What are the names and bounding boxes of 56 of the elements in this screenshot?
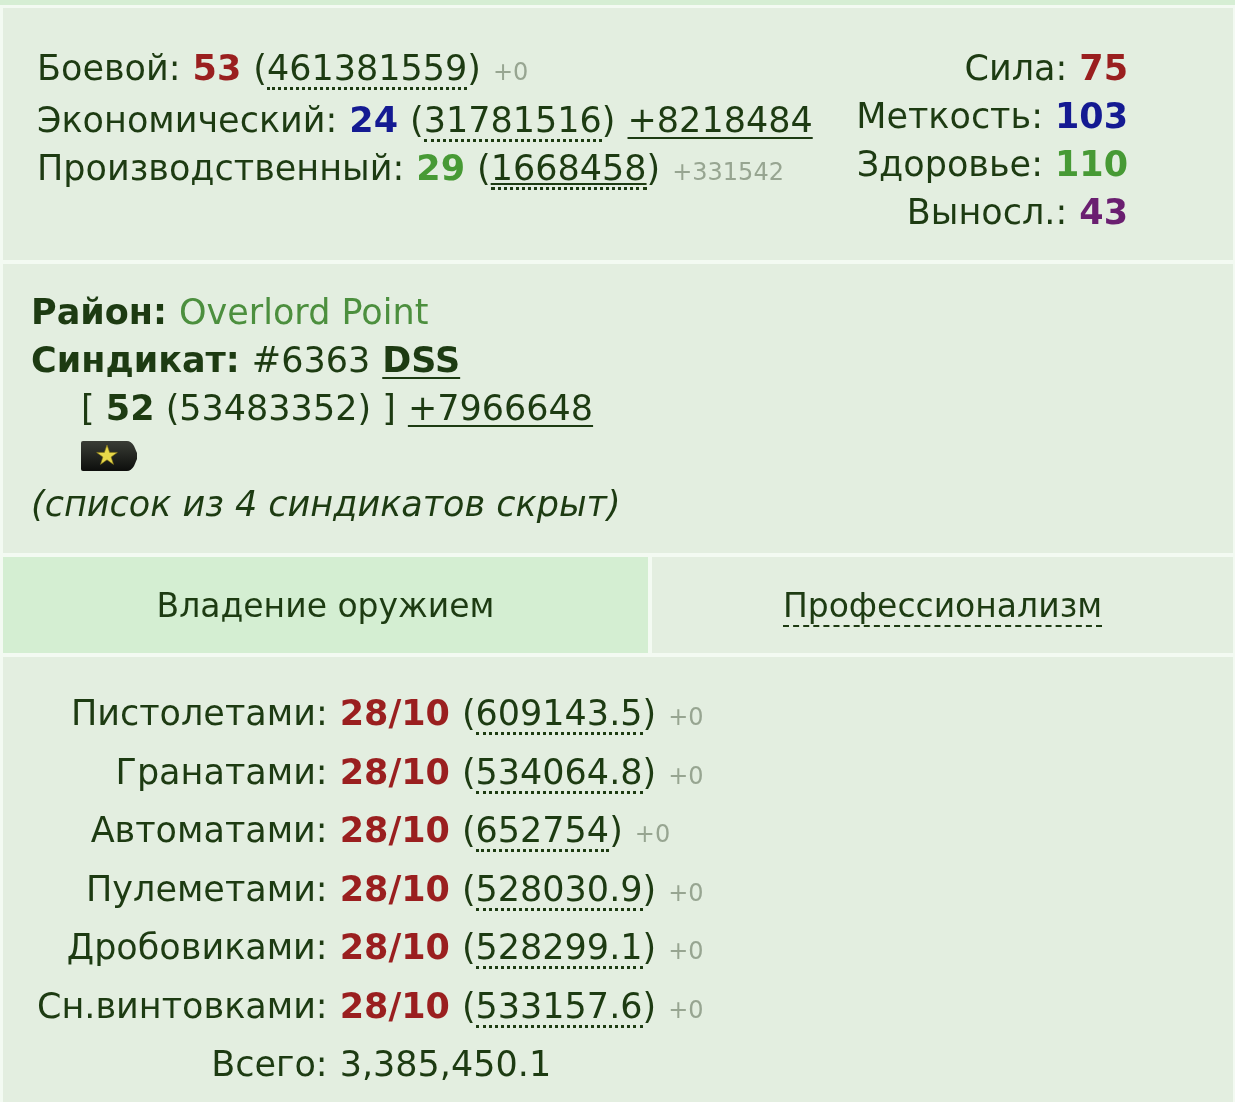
gain-note: +0 — [634, 819, 671, 850]
weapon-label: Пистолетами: — [70, 692, 328, 735]
weapon-level: 28/10 — [339, 984, 450, 1028]
stat-value: 75 — [1079, 47, 1128, 90]
gain-note: +0 — [668, 936, 704, 967]
stat-value: 110 — [1054, 143, 1128, 186]
weapon-label: Автоматами: — [90, 809, 328, 852]
syndicate-summary: [ 52 (53483352) ] — [81, 387, 396, 430]
hidden-syndicates-note: (список из 4 синдикатов скрыт) — [31, 483, 621, 526]
skill-level: 24 — [349, 99, 399, 142]
stat-label: Меткость: — [856, 95, 1043, 138]
stat-label: Выносл.: — [906, 191, 1068, 234]
gain-note: +0 — [493, 57, 529, 88]
gain-note: +0 — [668, 877, 704, 909]
syndicate-number: #6363 — [251, 339, 371, 382]
weapon-level: 28/10 — [339, 926, 450, 969]
syndicate-link[interactable]: DSS — [382, 336, 461, 384]
experience-points: (31781516) — [410, 99, 616, 144]
weapon-label: Гранатами: — [115, 750, 328, 794]
district-label: Район: — [31, 291, 168, 334]
experience-points: (534064.8) — [461, 750, 657, 796]
experience-points: (528030.9) — [461, 867, 657, 913]
stat-value: 43 — [1079, 191, 1128, 234]
stat-value: 103 — [1054, 95, 1128, 138]
stat-label: Здоровье: — [856, 143, 1043, 186]
total-label: Всего: — [211, 1043, 328, 1086]
tab[interactable]: Владение оружием — [3, 557, 648, 653]
weapon-level: 28/10 — [339, 750, 450, 794]
star-badge-icon — [81, 441, 137, 471]
gain-note: +0 — [668, 760, 704, 792]
experience-points: (461381559) — [253, 47, 481, 92]
weapon-label: Пулеметами: — [86, 867, 328, 911]
skill-label: Производственный: — [37, 147, 405, 190]
skill-label: Боевой: — [37, 47, 181, 90]
syndicate-label: Синдикат: — [31, 339, 240, 382]
tab[interactable]: Профессионализм — [652, 557, 1233, 653]
gain-note: +0 — [668, 994, 704, 1026]
gain-link[interactable]: +8218484 — [627, 96, 813, 144]
weapon-label: Дробовиками: — [66, 926, 328, 969]
experience-points: (533157.6) — [461, 984, 657, 1030]
experience-points: (652754) — [461, 809, 623, 854]
gain-note: +0 — [668, 702, 704, 733]
total-value: 3,385,450.1 — [339, 1043, 552, 1086]
experience-points: (528299.1) — [461, 926, 657, 971]
skill-level: 53 — [192, 47, 242, 90]
gain-note: +331542 — [672, 157, 784, 188]
weapon-level: 28/10 — [339, 692, 450, 735]
syndicate-gain-link[interactable]: +7966648 — [407, 384, 594, 432]
skill-label: Экономический: — [37, 99, 338, 142]
stat-label: Сила: — [964, 47, 1068, 90]
experience-link[interactable]: (1668458) — [477, 144, 661, 192]
weapon-label: Сн.винтовками: — [37, 984, 328, 1028]
weapon-level: 28/10 — [339, 809, 450, 852]
weapon-level: 28/10 — [339, 867, 450, 911]
skill-level: 29 — [416, 147, 465, 190]
experience-points: (609143.5) — [461, 692, 657, 737]
